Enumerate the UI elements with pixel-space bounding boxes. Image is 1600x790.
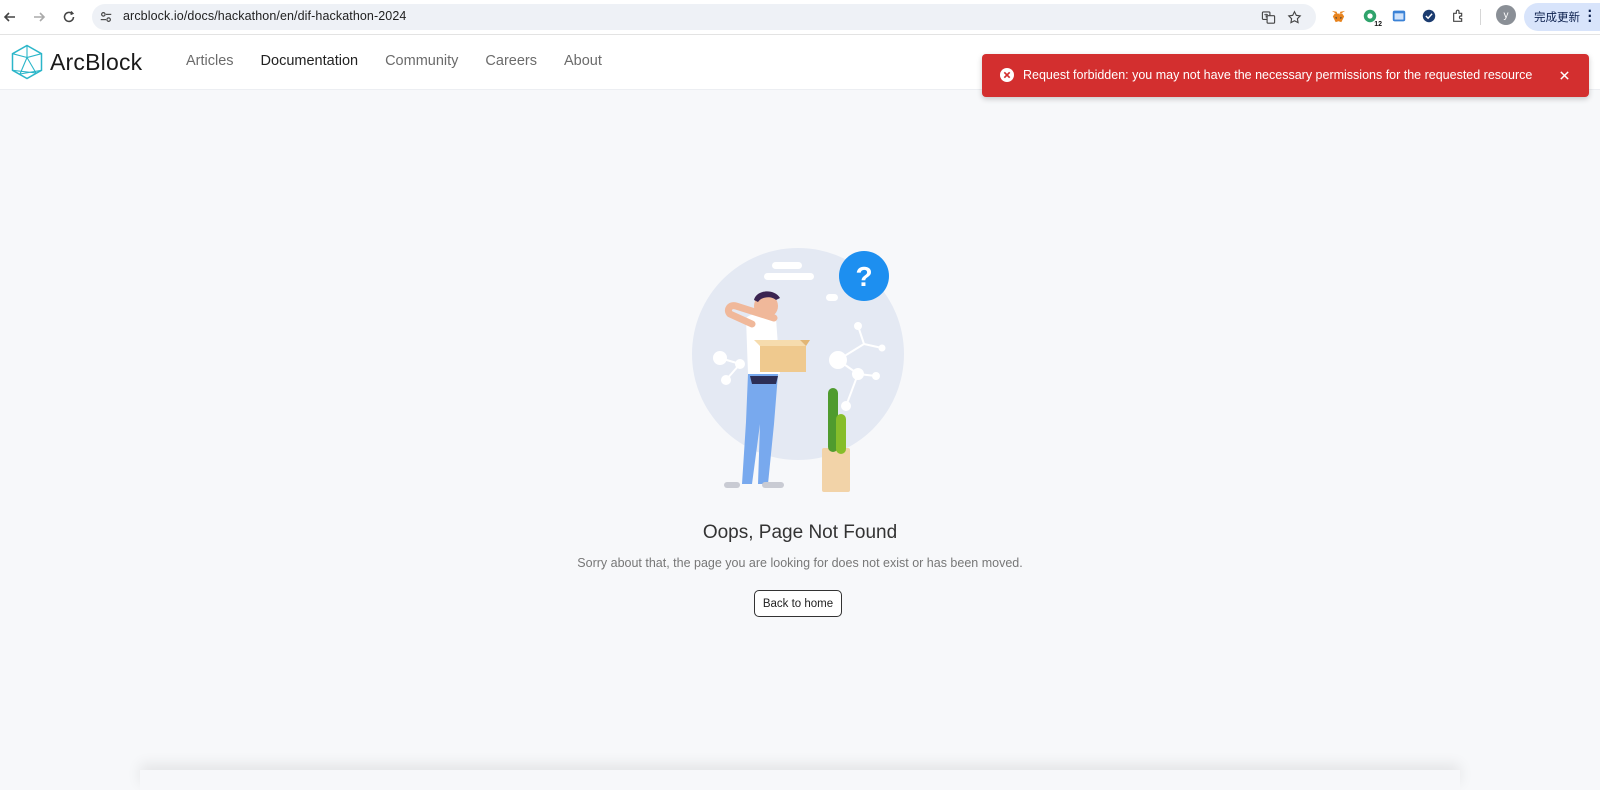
footer-shadow	[140, 770, 1460, 790]
metamask-fox-icon[interactable]	[1329, 7, 1347, 25]
browser-toolbar: arcblock.io/docs/hackathon/en/dif-hackat…	[0, 0, 1600, 35]
address-bar[interactable]: arcblock.io/docs/hackathon/en/dif-hackat…	[92, 4, 1316, 30]
arcblock-logo[interactable]: ArcBlock	[10, 44, 142, 80]
profile-avatar[interactable]: y	[1496, 5, 1516, 25]
reload-icon[interactable]	[59, 7, 79, 27]
error-circle-icon	[1000, 68, 1014, 82]
nav-documentation[interactable]: Documentation	[261, 53, 359, 69]
toolbar-divider	[1480, 9, 1481, 25]
nav-about[interactable]: About	[564, 53, 602, 69]
nav-careers[interactable]: Careers	[485, 53, 537, 69]
not-found-illustration: ?	[692, 248, 904, 492]
url-text[interactable]: arcblock.io/docs/hackathon/en/dif-hackat…	[123, 9, 406, 23]
error-toast: Request forbidden: you may not have the …	[982, 54, 1589, 97]
bookmark-star-icon[interactable]	[1286, 9, 1302, 25]
back-to-home-button[interactable]: Back to home	[754, 590, 842, 617]
extension-badge: 12	[1373, 20, 1383, 29]
nav-articles[interactable]: Articles	[186, 53, 234, 69]
question-mark: ?	[855, 261, 872, 292]
puzzle-extensions-icon[interactable]	[1450, 7, 1468, 25]
nav-community[interactable]: Community	[385, 53, 458, 69]
forward-arrow-icon[interactable]	[29, 7, 49, 27]
update-button[interactable]: 完成更新 · · ·	[1524, 3, 1600, 31]
toast-message: Request forbidden: you may not have the …	[1023, 68, 1533, 82]
main-nav: Articles Documentation Community Careers…	[186, 53, 629, 69]
update-label: 完成更新	[1534, 10, 1580, 24]
translate-icon[interactable]	[1260, 9, 1276, 25]
back-arrow-icon[interactable]	[0, 7, 20, 27]
window-extension-icon[interactable]	[1390, 7, 1408, 25]
more-menu-icon[interactable]: · · ·	[1587, 5, 1592, 27]
check-badge-icon[interactable]	[1420, 7, 1438, 25]
page-subtitle: Sorry about that, the page you are looki…	[577, 556, 1023, 570]
green-extension-icon[interactable]: 12	[1361, 7, 1383, 29]
site-settings-icon[interactable]	[98, 9, 114, 25]
arcblock-logo-icon	[11, 44, 43, 80]
close-icon[interactable]	[1555, 66, 1573, 84]
logo-text: ArcBlock	[50, 48, 143, 75]
page-title: Oops, Page Not Found	[702, 522, 898, 543]
